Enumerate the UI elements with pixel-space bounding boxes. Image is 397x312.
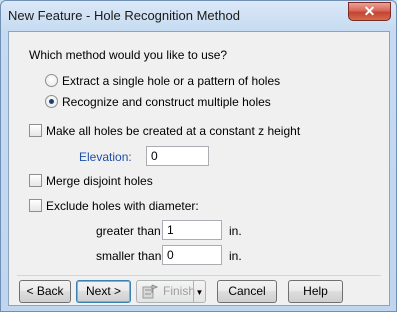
finish-button-label: Finish xyxy=(163,284,196,298)
radio-extract-single-label[interactable]: Extract a single hole or a pattern of ho… xyxy=(62,74,280,88)
radio-extract-single[interactable] xyxy=(45,74,58,87)
smaller-than-label: smaller than xyxy=(96,249,162,263)
close-button[interactable]: ✕ xyxy=(348,2,391,21)
back-button[interactable]: < Back xyxy=(19,280,71,303)
checkbox-exclude-diameter-label[interactable]: Exclude holes with diameter: xyxy=(46,199,199,213)
greater-than-input[interactable]: 1 xyxy=(162,220,222,240)
help-button[interactable]: Help xyxy=(288,280,343,303)
checkbox-merge-disjoint[interactable] xyxy=(29,174,42,187)
elevation-label: Elevation: xyxy=(79,150,132,164)
radio-recognize-multiple-label[interactable]: Recognize and construct multiple holes xyxy=(62,95,271,109)
radio-recognize-multiple[interactable] xyxy=(45,95,58,108)
greater-than-unit: in. xyxy=(229,224,242,238)
greater-than-label: greater than xyxy=(96,224,161,238)
method-question: Which method would you like to use? xyxy=(29,48,228,62)
footer-divider xyxy=(17,275,381,276)
close-icon: ✕ xyxy=(363,3,376,19)
checkbox-constant-z-label[interactable]: Make all holes be created at a constant … xyxy=(46,124,300,138)
dialog-window: New Feature - Hole Recognition Method ✕ … xyxy=(0,0,397,312)
title-bar[interactable]: New Feature - Hole Recognition Method ✕ xyxy=(1,1,396,31)
elevation-input[interactable]: 0 xyxy=(146,146,209,166)
smaller-than-input[interactable]: 0 xyxy=(162,245,222,265)
finish-button[interactable]: Finish ▼ xyxy=(136,280,206,303)
cancel-button[interactable]: Cancel xyxy=(217,280,277,303)
window-title: New Feature - Hole Recognition Method xyxy=(8,8,240,23)
smaller-than-unit: in. xyxy=(229,249,242,263)
checkbox-exclude-diameter[interactable] xyxy=(29,199,42,212)
checkbox-constant-z[interactable] xyxy=(29,124,42,137)
finish-dropdown-arrow-icon[interactable]: ▼ xyxy=(193,281,205,302)
dialog-body: Which method would you like to use? Extr… xyxy=(8,31,390,306)
next-button[interactable]: Next > xyxy=(76,280,131,303)
finish-flag-icon xyxy=(142,284,158,299)
radio-selected-dot xyxy=(49,99,54,104)
checkbox-merge-disjoint-label[interactable]: Merge disjoint holes xyxy=(46,174,153,188)
